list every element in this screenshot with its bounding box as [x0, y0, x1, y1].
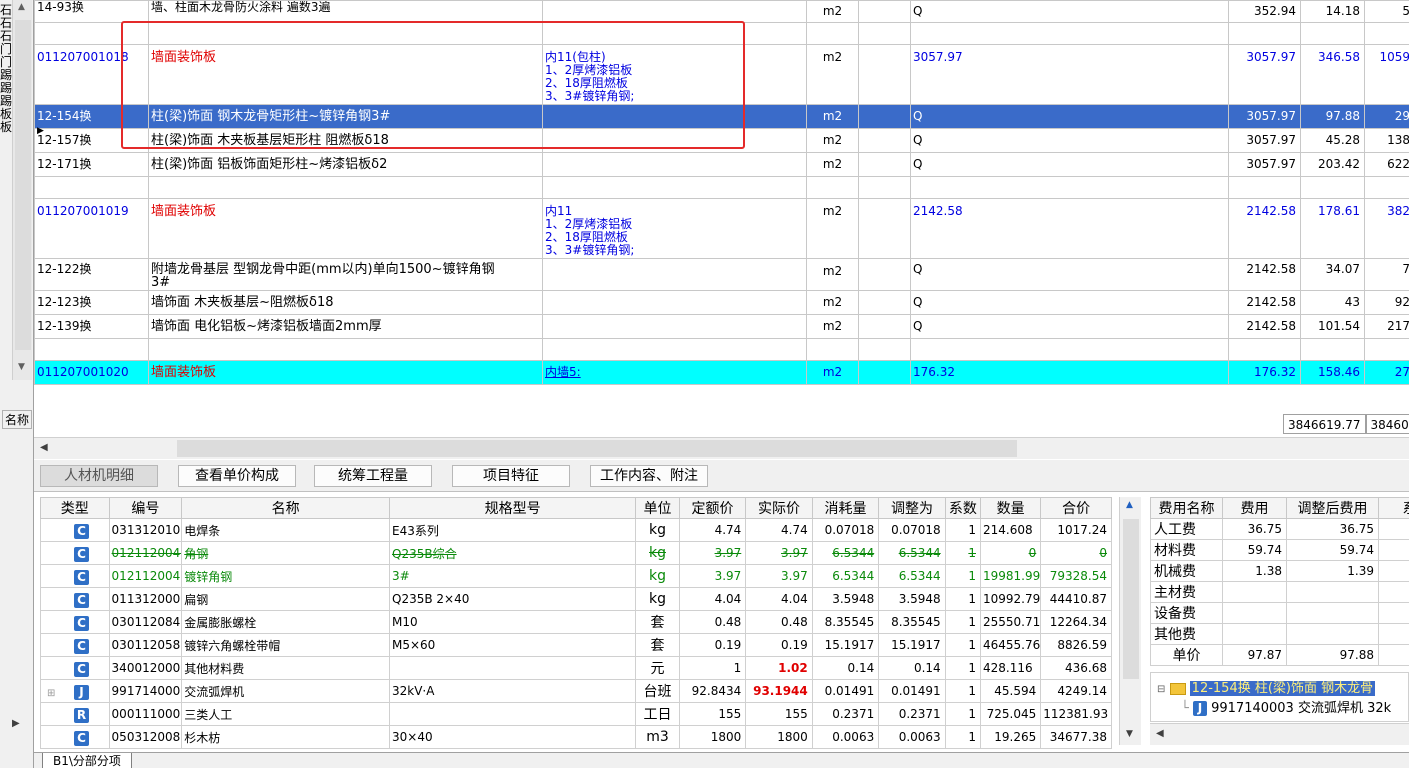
table-row[interactable]: C 0113120001 扁钢 Q235B 2×40 kg 4.04 4.04 3.594… — [40, 587, 1112, 611]
table-row[interactable]: C 0503120085 杉木枋 30×40 m3 1800 1800 0.0063 0.0… — [40, 725, 1112, 749]
type-badge-icon: C — [74, 547, 89, 562]
table-row[interactable]: 其他费 — [1150, 623, 1409, 645]
type-badge-icon: R — [74, 708, 89, 723]
resource-detail-grid: 类型 编号 名称 规格型号 单位 定额价 实际价 消耗量 调整为 系数 数量 合价 C 0313120… — [40, 497, 1112, 750]
scroll-left-icon[interactable]: ◀ — [1156, 728, 1164, 739]
table-row[interactable]: C 0301120841 金属膨胀螺栓 M10 套 0.48 0.48 8.35545 8.… — [40, 610, 1112, 634]
sheet-tab-section[interactable]: B1\分部分项 — [42, 753, 132, 768]
table-row[interactable]: 机械费 1.38 1.39 — [1150, 560, 1409, 582]
type-badge-icon: C — [74, 593, 89, 608]
scroll-thumb[interactable] — [1123, 519, 1139, 679]
table-row[interactable]: 单价 97.87 97.88 — [1150, 644, 1409, 666]
tree-node-root[interactable]: ⊟ 12-154换 柱(梁)饰面 钢木龙骨 — [1157, 677, 1376, 697]
left-sidebar-strip: 石石石。门门踢踢踢板板 ▲ ▼ 名称 ▶ — [0, 0, 34, 768]
row-pointer-icon: ▶ — [37, 126, 44, 136]
scroll-down-icon[interactable]: ▼ — [18, 362, 25, 372]
table-row[interactable]: 14-93换 墙、柱面木龙骨防火涂料 遍数3遍 m2 Q 352.94 14.1… — [34, 0, 1409, 23]
scroll-down-icon[interactable]: ▼ — [1126, 729, 1133, 739]
table-row[interactable]: 12-157换 柱(梁)饰面 木夹板基层矩形柱 阻燃板δ18 m2 Q 3057… — [34, 128, 1409, 153]
scroll-left-icon[interactable]: ◀ — [40, 442, 48, 453]
type-badge-icon: C — [74, 731, 89, 746]
feature-cell: 内11 1、2厚烤漆铝板 2、18厚阻燃板 3、3#镀锌角钢; — [542, 198, 807, 259]
item-name-cell: 附墙龙骨基层 型钢龙骨中距(mm以内)单向1500~镀锌角钢 3# — [148, 258, 543, 291]
tab-item-features[interactable]: 项目特征 — [452, 465, 570, 487]
table-row[interactable]: R 0001110005 三类人工 工日 155 155 0.2371 0.2371 1 72… — [40, 702, 1112, 726]
type-badge-icon: C — [74, 662, 89, 677]
table-row-replaced[interactable]: C 0121120049 镀锌角钢 3# kg 3.97 3.97 6.5344 6.534… — [40, 564, 1112, 588]
table-header-row: 类型 编号 名称 规格型号 单位 定额价 实际价 消耗量 调整为 系数 数量 合价 — [40, 497, 1112, 519]
table-row-empty[interactable] — [34, 22, 1409, 45]
tab-labor-material-machine[interactable]: 人材机明细 — [40, 465, 158, 487]
feature-cell: 内11(包柱) 1、2厚烤漆铝板 2、18厚阻燃板 3、3#镀锌角钢; — [542, 44, 807, 105]
table-header-row: 费用名称费用调整后费用系 — [1150, 497, 1409, 519]
name-label: 名称 — [2, 410, 33, 429]
tab-unit-price-breakdown[interactable]: 查看单价构成 — [178, 465, 296, 487]
table-row[interactable]: ⊞ J 9917140003 交流弧焊机 32kV·A 台班 92.8434 93.194… — [40, 679, 1112, 703]
table-row[interactable]: C 3400120001 其他材料费元 1 1.02 0.14 0.14 1 428.116… — [40, 656, 1112, 680]
table-row-selected[interactable]: 12-154换 柱(梁)饰面 钢木龙骨矩形柱~镀锌角钢3# m2 Q 3057.… — [34, 104, 1409, 129]
table-row[interactable]: 12-122换 附墙龙骨基层 型钢龙骨中距(mm以内)单向1500~镀锌角钢 3… — [34, 258, 1409, 291]
scroll-thumb[interactable] — [15, 20, 31, 350]
table-row[interactable]: C 0301120585 镀锌六角螺栓带帽 M5×60 套 0.19 0.19 15.19… — [40, 633, 1112, 657]
table-row[interactable]: 12-123换 墙饰面 木夹板基层~阻燃板δ18 m2 Q 2142.58 43… — [34, 290, 1409, 315]
scroll-right-icon[interactable]: ▶ — [12, 718, 20, 729]
table-row[interactable]: 人工费 36.75 36.75 — [1150, 518, 1409, 540]
total-value-b: 38460 — [1365, 414, 1409, 434]
sidebar-vertical-text: 石石石。门门踢踢踢板板 — [0, 3, 24, 134]
tab-work-content[interactable]: 工作内容、附注 — [590, 465, 708, 487]
table-row[interactable]: C 0313120107 电焊条 E43系列 kg 4.74 4.74 0.07018 0.… — [40, 518, 1112, 542]
table-row[interactable]: 材料费 59.74 59.74 — [1150, 539, 1409, 561]
totals-row: 3846619.77 38460 — [1283, 414, 1409, 436]
table-row-empty[interactable] — [34, 176, 1409, 199]
horizontal-scrollbar[interactable]: ◀ — [34, 437, 1409, 459]
table-row[interactable]: 12-171换 柱(梁)饰面 铝板饰面矩形柱~烤漆铝板δ2 m2 Q 3057.… — [34, 152, 1409, 177]
sidebar-scrollbar[interactable]: ▲ ▼ — [12, 0, 32, 380]
table-row[interactable]: 12-139换 墙饰面 电化铝板~烤漆铝板墙面2mm厚 m2 Q 2142.58… — [34, 314, 1409, 339]
machine-badge-icon: J — [1192, 701, 1207, 716]
table-row-bill[interactable]: 011207001019 墙面装饰板 内11 1、2厚烤漆铝板 2、18厚阻燃板… — [34, 198, 1409, 259]
type-badge-icon: C — [74, 639, 89, 654]
scroll-up-icon[interactable]: ▲ — [18, 2, 25, 12]
resource-grid-scrollbar[interactable]: ▲ ▼ — [1119, 497, 1141, 745]
collapse-icon[interactable]: ⊟ — [1157, 684, 1165, 695]
tree-horizontal-scrollbar[interactable]: ◀ — [1150, 723, 1409, 745]
scroll-up-icon[interactable]: ▲ — [1126, 500, 1133, 510]
table-row[interactable]: 主材费 — [1150, 581, 1409, 603]
table-row-bill[interactable]: 011207001018 墙面装饰板 内11(包柱) 1、2厚烤漆铝板 2、18… — [34, 44, 1409, 105]
table-row-empty[interactable] — [34, 338, 1409, 361]
bill-items-grid: 14-93换 墙、柱面木龙骨防火涂料 遍数3遍 m2 Q 352.94 14.1… — [34, 0, 1409, 436]
table-row-bill-highlighted[interactable]: 011207001020 墙面装饰板 内墙5: m2 176.32 176.32… — [34, 360, 1409, 385]
total-value-a: 3846619.77 — [1283, 414, 1366, 434]
type-badge-icon: C — [74, 570, 89, 585]
folder-icon — [1169, 682, 1186, 695]
table-row[interactable]: 设备费 — [1150, 602, 1409, 624]
tab-overall-quantity[interactable]: 统筹工程量 — [314, 465, 432, 487]
type-badge-icon: C — [74, 616, 89, 631]
expand-icon[interactable]: ⊞ — [47, 688, 57, 699]
type-badge-icon: C — [74, 524, 89, 539]
cost-summary-grid: 费用名称费用调整后费用系 人工费36.7536.75 材料费59.7459.74… — [1150, 497, 1409, 667]
table-row-deleted[interactable]: C 0121120049 角钢 Q235B综合 kg 3.97 3.97 6.5344 6.… — [40, 541, 1112, 565]
type-badge-icon: J — [74, 685, 89, 700]
composition-tree: ⊟ 12-154换 柱(梁)饰面 钢木龙骨 └ J 9917140003 交流弧… — [1150, 672, 1409, 722]
scroll-thumb[interactable] — [177, 440, 1017, 457]
tree-node-child[interactable]: └ J 9917140003 交流弧焊机 32k — [1181, 697, 1391, 717]
sheet-tab-bar: B1\分部分项 — [34, 752, 1409, 768]
detail-tabs: 人材机明细 查看单价构成 统筹工程量 项目特征 工作内容、附注 — [34, 460, 1409, 492]
